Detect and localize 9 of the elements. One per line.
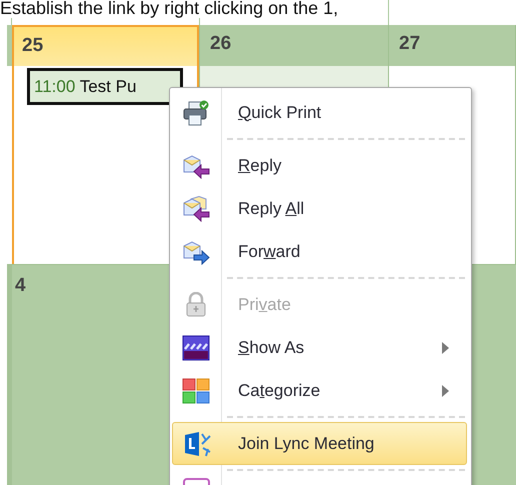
menu-item[interactable]: Show As [170,326,471,369]
day-number: 4 [15,275,26,297]
day-header[interactable]: 26 [200,25,388,66]
calendar-event[interactable]: 11:00 Test Pu [27,68,183,105]
caption-text: Establish the link by right clicking on the 1, [0,0,338,18]
day-header[interactable]: 25 [12,25,199,66]
menu-item[interactable]: Join Lync Meeting [172,422,467,465]
day-header[interactable]: 27 [389,25,515,66]
menu-item[interactable]: Categorize [170,369,471,412]
